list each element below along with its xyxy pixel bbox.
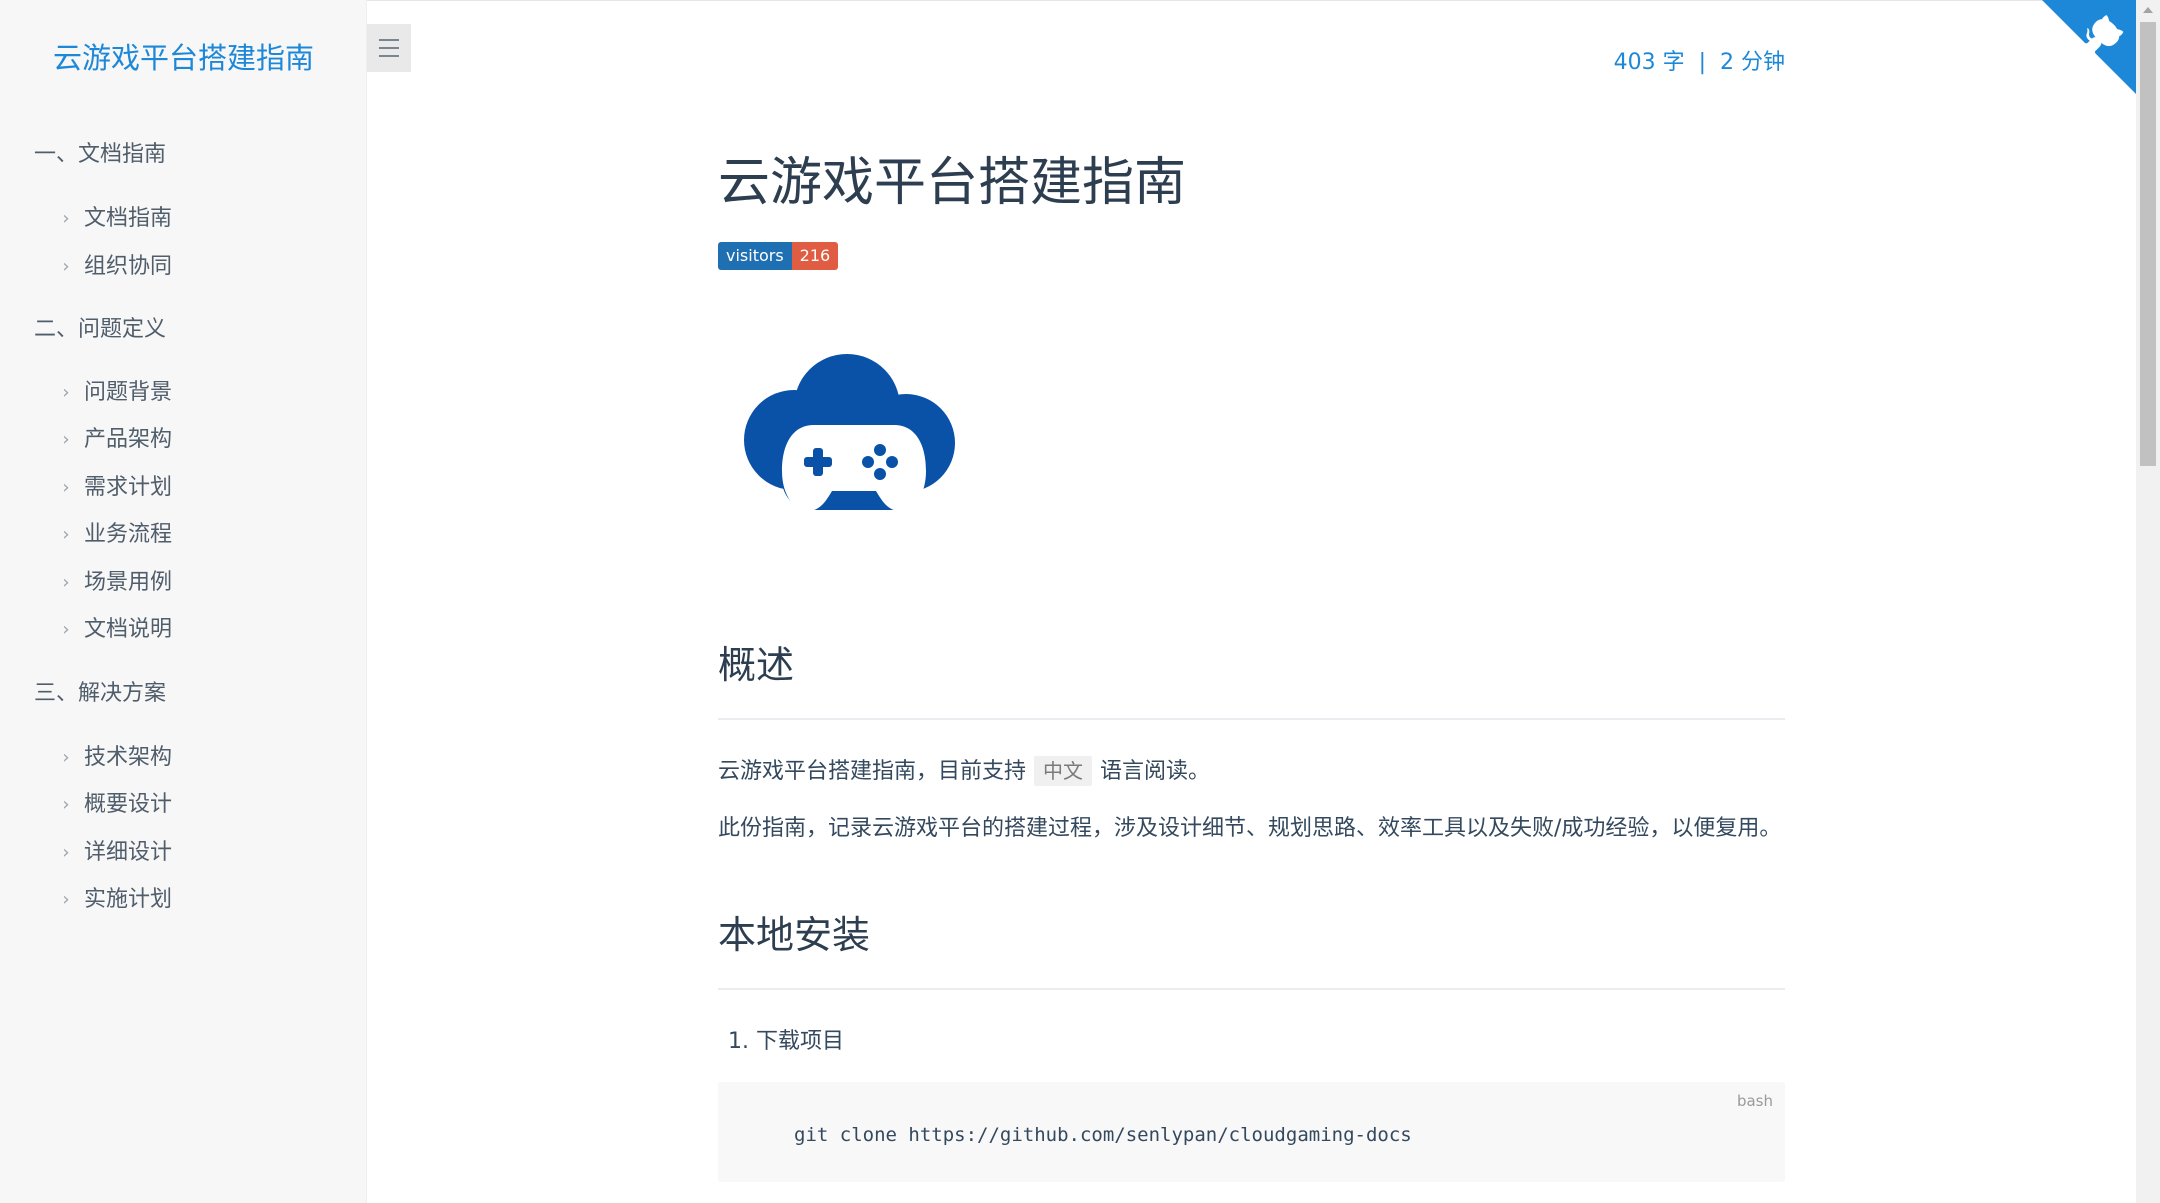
visitors-badge[interactable]: visitors 216 (718, 242, 839, 270)
nav-item-label: 需求计划 (84, 475, 173, 500)
chevron-right-icon: › (62, 794, 70, 815)
code-block[interactable]: bash git clone https://github.com/senlyp… (718, 1082, 1785, 1182)
nav-item-requirement-plan[interactable]: › 需求计划 (56, 473, 172, 503)
nav-item-label: 组织协同 (84, 254, 173, 279)
nav-item-label: 技术架构 (84, 745, 173, 770)
heading-local-install: 本地安装 (718, 913, 871, 957)
heading-divider (718, 718, 1785, 720)
scroll-up-arrow[interactable] (2136, 0, 2160, 20)
nav-item-problem-background[interactable]: › 问题背景 (56, 378, 172, 408)
chevron-right-icon: › (62, 429, 70, 450)
github-octocat-icon[interactable] (2042, 0, 2136, 94)
nav-item-label: 场景用例 (84, 570, 173, 595)
chevron-right-icon: › (62, 747, 70, 768)
nav-item-label: 实施计划 (84, 887, 173, 912)
chevron-right-icon: › (62, 524, 70, 545)
nav-item-doc-description[interactable]: › 文档说明 (56, 615, 172, 645)
badge-value: 216 (791, 242, 839, 270)
code-language-label: bash (1736, 1092, 1773, 1110)
code-text[interactable]: git clone https://github.com/senlypan/cl… (794, 1120, 1412, 1150)
nav-item-product-architecture[interactable]: › 产品架构 (56, 425, 172, 455)
sidebar-toggle-button[interactable] (367, 24, 411, 72)
hamburger-icon (379, 39, 399, 41)
nav-item-label: 文档指南 (84, 206, 173, 231)
meta-separator: | (1698, 50, 1706, 75)
arrow-up-icon (2143, 7, 2153, 13)
page-title: 云游戏平台搭建指南 (718, 153, 1187, 213)
nav-item-outline-design[interactable]: › 概要设计 (56, 790, 172, 820)
chevron-right-icon: › (62, 382, 70, 403)
nav-section-problem-definition[interactable]: 二、问题定义 (34, 315, 166, 345)
nav-item-business-process[interactable]: › 业务流程 (56, 520, 172, 550)
nav-section-doc-guide[interactable]: 一、文档指南 (34, 140, 166, 170)
word-count: 403 字 (1613, 50, 1685, 75)
nav-item-use-cases[interactable]: › 场景用例 (56, 568, 172, 598)
list-item-download: 1. 下载项目 (728, 1029, 844, 1054)
hamburger-icon-bar (379, 55, 399, 57)
sidebar: 云游戏平台搭建指南 一、文档指南 › 文档指南 › 组织协同 二、问题定义 › … (0, 0, 367, 1203)
overview-paragraph-1: 云游戏平台搭建指南，目前支持 中文 语言阅读。 (718, 755, 1210, 789)
heading-divider (718, 988, 1785, 990)
read-time: 2 分钟 (1720, 50, 1785, 75)
nav-item-doc-guide[interactable]: › 文档指南 (56, 204, 172, 234)
top-border (367, 0, 2136, 1)
overview-text-after: 语言阅读。 (1100, 759, 1211, 784)
overview-text-before: 云游戏平台搭建指南，目前支持 (718, 759, 1027, 784)
vertical-scrollbar[interactable] (2136, 0, 2160, 1203)
nav-item-label: 概要设计 (84, 792, 173, 817)
overview-paragraph-2: 此份指南，记录云游戏平台的搭建过程，涉及设计细节、规划思路、效率工具以及失败/成… (718, 816, 1782, 841)
chevron-right-icon: › (62, 208, 70, 229)
nav-item-org-collab[interactable]: › 组织协同 (56, 252, 172, 282)
chevron-right-icon: › (62, 477, 70, 498)
nav-item-implementation-plan[interactable]: › 实施计划 (56, 885, 172, 915)
nav-item-label: 文档说明 (84, 617, 173, 642)
heading-overview: 概述 (718, 643, 795, 687)
badge-label: visitors (718, 242, 792, 270)
chevron-right-icon: › (62, 889, 70, 910)
chevron-right-icon: › (62, 842, 70, 863)
scroll-thumb[interactable] (2140, 22, 2156, 466)
reading-meta: 403 字 | 2 分钟 (1614, 46, 1785, 80)
hamburger-icon-bar (379, 47, 399, 49)
chevron-right-icon: › (62, 572, 70, 593)
nav-section-solution[interactable]: 三、解决方案 (34, 679, 166, 709)
chevron-right-icon: › (62, 619, 70, 640)
chevron-right-icon: › (62, 256, 70, 277)
app-name-link[interactable]: 云游戏平台搭建指南 (0, 38, 366, 78)
nav-item-detailed-design[interactable]: › 详细设计 (56, 838, 172, 868)
nav-item-label: 详细设计 (84, 840, 173, 865)
nav-item-label: 产品架构 (84, 427, 173, 452)
nav-item-label: 问题背景 (84, 380, 173, 405)
nav-item-tech-architecture[interactable]: › 技术架构 (56, 743, 172, 773)
cloud-gamepad-logo (744, 354, 955, 511)
inline-code-language: 中文 (1034, 756, 1093, 786)
nav-item-label: 业务流程 (84, 522, 173, 547)
